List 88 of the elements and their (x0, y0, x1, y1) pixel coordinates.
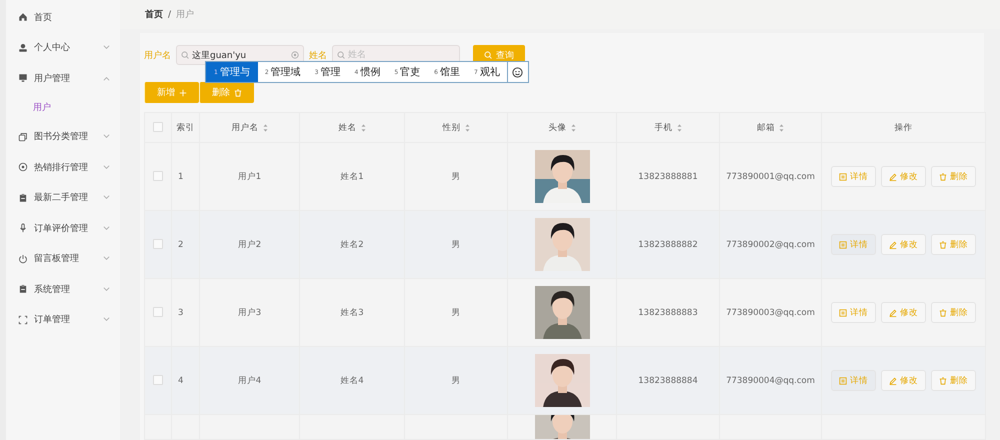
breadcrumb-separator: / (168, 10, 172, 20)
column-header: 用户名 (232, 122, 258, 134)
search-icon (181, 51, 189, 59)
column-header: 手机 (654, 122, 672, 134)
clipboard-icon (18, 284, 28, 294)
trash-icon (939, 240, 947, 248)
phone-cell: 13823888883 (638, 308, 698, 318)
pencil-icon (889, 308, 897, 316)
trash-icon (939, 172, 947, 180)
menu-item[interactable]: 最新二手管理 (6, 182, 120, 213)
sort-icon[interactable] (570, 124, 576, 132)
user-icon (18, 42, 28, 53)
trash-icon (939, 376, 947, 384)
gender-cell: 男 (452, 376, 460, 386)
smiley-icon[interactable] (512, 66, 524, 78)
email-cell: 773890002@qq.com (726, 240, 815, 250)
menu-item[interactable]: 系统管理 (6, 274, 120, 304)
frame-icon (18, 314, 28, 325)
menu-item[interactable]: 用户管理 (6, 63, 120, 94)
sort-icon[interactable] (676, 124, 682, 132)
clipboard-icon (18, 192, 28, 203)
dial-icon (18, 162, 28, 172)
sort-icon[interactable] (464, 124, 470, 132)
username-cell: 用户2 (238, 240, 262, 250)
menu-item[interactable]: 首页 (6, 2, 120, 32)
sort-icon[interactable] (262, 124, 268, 132)
trash-icon (939, 308, 947, 316)
mic-icon (18, 223, 28, 234)
home-icon (18, 12, 28, 22)
phone-cell: 13823888881 (638, 172, 698, 182)
menu-item[interactable]: 图书分类管理 (6, 122, 120, 152)
field-label: 用户名 (144, 50, 171, 62)
checkbox[interactable] (153, 307, 163, 318)
column-header: 操作 (894, 122, 912, 134)
index-cell: 1 (178, 172, 184, 182)
pencil-icon (889, 240, 897, 248)
monitor-icon (18, 73, 28, 84)
clear-icon[interactable] (291, 51, 299, 59)
menu-item[interactable]: 个人中心 (6, 32, 120, 63)
gender-cell: 男 (452, 308, 460, 318)
index-cell: 4 (178, 376, 184, 386)
phone-cell: 13823888884 (638, 376, 698, 386)
copy-icon (18, 132, 28, 142)
trash-icon (234, 88, 242, 96)
search-icon (484, 51, 492, 59)
power-icon (18, 254, 28, 264)
document-icon (839, 376, 847, 384)
breadcrumb-item: 用户 (176, 8, 194, 21)
column-header: 邮箱 (757, 122, 775, 134)
search-icon (337, 51, 345, 59)
name-cell: 姓名4 (340, 376, 364, 386)
name-cell: 姓名3 (340, 308, 364, 318)
gender-cell: 男 (452, 240, 460, 250)
column-header: 索引 (176, 122, 194, 134)
document-icon (839, 240, 847, 248)
checkbox[interactable] (153, 239, 163, 250)
column-header: 姓名 (338, 122, 356, 134)
name-cell: 姓名1 (340, 172, 364, 182)
column-header: 性别 (442, 122, 460, 134)
index-cell: 2 (178, 240, 184, 250)
checkbox[interactable] (153, 375, 163, 386)
menu-item[interactable]: 留言板管理 (6, 244, 120, 274)
pencil-icon (889, 376, 897, 384)
menu-item[interactable]: 热销排行管理 (6, 152, 120, 182)
username-cell: 用户4 (238, 376, 262, 386)
email-cell: 773890004@qq.com (726, 376, 815, 386)
username-cell: 用户3 (238, 308, 262, 318)
sort-icon[interactable] (779, 124, 784, 132)
email-cell: 773890001@qq.com (726, 172, 815, 182)
menu-item[interactable]: 订单评价管理 (6, 213, 120, 244)
breadcrumb-item[interactable]: 首页 (145, 8, 163, 21)
pencil-icon (889, 172, 897, 180)
document-icon (839, 308, 847, 316)
menu-item[interactable]: 订单管理 (6, 304, 120, 335)
sort-icon[interactable] (360, 124, 366, 132)
column-header: 头像 (548, 122, 566, 134)
phone-cell: 13823888882 (638, 240, 698, 250)
checkbox[interactable] (153, 122, 163, 132)
name-cell: 姓名2 (340, 240, 364, 250)
username-cell: 用户1 (238, 172, 262, 182)
plus-icon (179, 88, 187, 96)
index-cell: 3 (178, 308, 184, 318)
email-cell: 773890003@qq.com (726, 308, 815, 318)
gender-cell: 男 (452, 172, 460, 182)
document-icon (839, 172, 847, 180)
submenu-item[interactable]: 用户 (6, 94, 120, 122)
checkbox[interactable] (153, 171, 163, 182)
field-label: 姓名 (309, 50, 327, 62)
